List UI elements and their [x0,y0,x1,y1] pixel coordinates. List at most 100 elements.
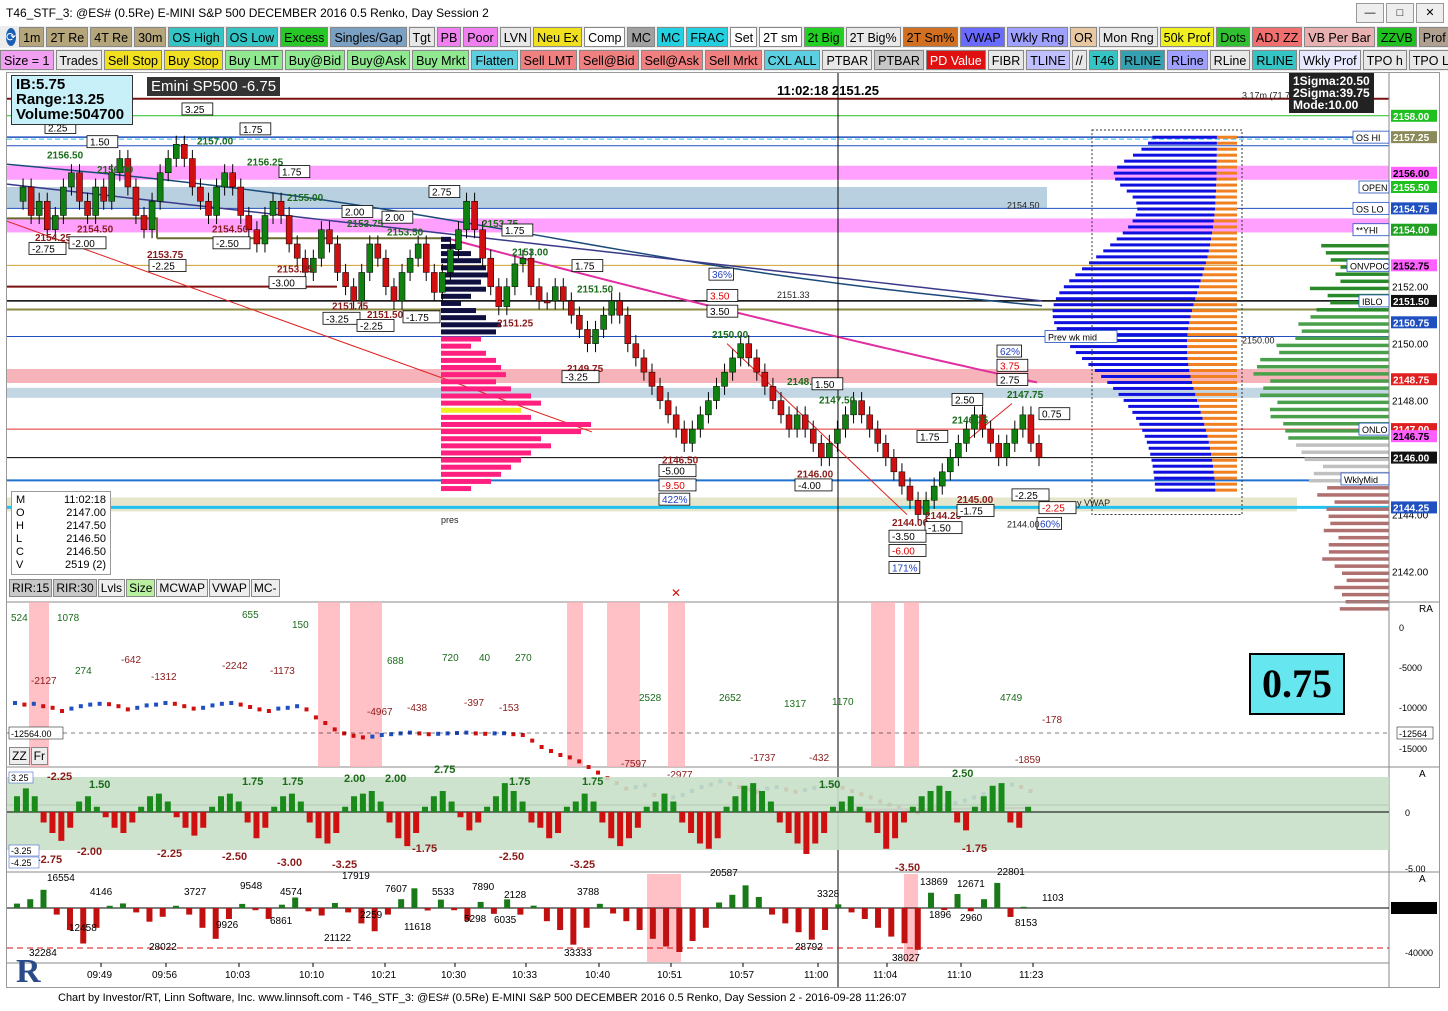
toolbar-button-tline[interactable]: TLINE [1026,50,1069,70]
toolbar-button-rline[interactable]: RLine [1167,50,1208,70]
toolbar-button-frac[interactable]: FRAC [686,27,728,47]
toolbar-button-flatten[interactable]: Flatten [471,50,517,70]
candle-body [173,144,179,158]
profile-orange-bar [1199,285,1237,288]
toolbar-button-sell-bid[interactable]: Sell@Bid [579,50,639,70]
refresh-icon[interactable]: ⟳ [6,28,16,46]
toolbar-button-wkly-prof[interactable]: Wkly Prof [1299,50,1360,70]
toolbar-button-btn[interactable]: // [1072,50,1087,70]
toolbar-button-os-low[interactable]: OS Low [226,27,278,47]
zigzag-bar [830,807,836,812]
volume-delta-bar [835,904,841,908]
candle-body [447,250,453,273]
toolbar-button-vb-per-bar[interactable]: VB Per Bar [1304,27,1375,47]
chart-area[interactable]: 2157.00 2156.50 2156.25 2156.00 2155.00 2154.… [6,72,1440,988]
toolbar-button-sell-ask[interactable]: Sell@Ask [641,50,703,70]
toolbar-button-rline[interactable]: RLINE [1252,50,1297,70]
toolbar-button-buy-lmt[interactable]: Buy LMT [225,50,283,70]
toolbar-button-fibr[interactable]: FIBR [988,50,1024,70]
candle-body [915,500,921,514]
toolbar-button-lvn[interactable]: LVN [500,27,531,47]
window-title: T46_STF_3: @ES# (0.5Re) E-MINI S&P 500 D… [6,6,489,20]
toolbar-button-pd-value[interactable]: PD Value [926,50,986,70]
toolbar-button-2t-big[interactable]: 2t Big [804,27,844,47]
cum-delta-label: -1173 [270,666,295,677]
toolbar-button-buy-bid[interactable]: Buy@Bid [285,50,345,70]
volume-delta-bar [888,908,894,937]
zz-button-fr[interactable]: Fr [31,747,48,765]
toolbar-button-2t-sm[interactable]: 2T sm [759,27,802,47]
toolbar-button-neu-ex[interactable]: Neu Ex [533,27,582,47]
toolbar-button-ptbar[interactable]: PTBAR [822,50,872,70]
panel3-zero-tag [1391,902,1437,914]
panel-button-mcwap[interactable]: MCWAP [156,579,208,597]
toolbar-button-os-high[interactable]: OS High [168,27,223,47]
toolbar-button-size-1[interactable]: Size = 1 [0,50,54,70]
volume-delta-bar [584,908,590,928]
cum-delta-bar [248,705,252,709]
toolbar-button-rline[interactable]: RLINE [1120,50,1165,70]
toolbar-button-t46[interactable]: T46 [1089,50,1119,70]
toolbar-button-sell-stop[interactable]: Sell Stop [104,50,162,70]
toolbar-button-30m[interactable]: 30m [134,27,166,47]
toolbar-button-prof-to-pres[interactable]: Prof to Pres [1419,27,1448,47]
toolbar-button-comp[interactable]: Comp [584,27,625,47]
panel-button-lvls[interactable]: Lvls [98,579,125,597]
toolbar-button-zzvb[interactable]: ZZVB [1377,27,1417,47]
toolbar-button-sell-mrkt[interactable]: Sell Mrkt [705,50,762,70]
candle-body [1012,429,1018,443]
toolbar-button-tpo-l[interactable]: TPO L [1409,50,1448,70]
toolbar-button-buy-stop[interactable]: Buy Stop [164,50,223,70]
toolbar-button-trades[interactable]: Trades [56,50,102,70]
panel1-highlight [607,602,640,767]
toolbar-button-2t-re[interactable]: 2T Re [46,27,88,47]
toolbar-button-adj-zz[interactable]: ADJ ZZ [1252,27,1302,47]
zigzag-bar [670,802,676,813]
ohlc-row: O 2147.00 [16,507,106,520]
minimize-button[interactable]: — [1356,3,1384,23]
panel-button-rir-15[interactable]: RIR:15 [9,579,52,597]
toolbar-button-pb[interactable]: PB [437,27,462,47]
profile-green-bar [1253,372,1389,376]
toolbar-button-2t-sm[interactable]: 2T Sm% [903,27,959,47]
toolbar-button-4t-re[interactable]: 4T Re [90,27,132,47]
cum-delta-bar [314,715,318,719]
panel-button-rir-30[interactable]: RIR:30 [53,579,96,597]
ohlc-row: H 2147.50 [16,520,106,533]
toolbar-button-buy-ask[interactable]: Buy@Ask [347,50,410,70]
toolbar-button-wkly-rng[interactable]: Wkly Rng [1007,27,1068,47]
toolbar-button-or[interactable]: OR [1070,27,1097,47]
toolbar-button-buy-mrkt[interactable]: Buy Mrkt [412,50,469,70]
toolbar-button-mon-rng[interactable]: Mon Rng [1099,27,1158,47]
toolbar-button-mc[interactable]: MC [627,27,654,47]
candle-body [133,187,139,215]
toolbar-button-2t-big[interactable]: 2T Big% [846,27,901,47]
close-button[interactable]: ✕ [1416,3,1444,23]
toolbar-button-excess[interactable]: Excess [280,27,328,47]
toolbar-button-dots[interactable]: Dots [1216,27,1250,47]
toolbar-button-sell-lmt[interactable]: Sell LMT [520,50,577,70]
profile-orange-bar [1189,369,1237,372]
zz-button-zz[interactable]: ZZ [9,747,30,765]
zigzag-bar [1007,812,1013,823]
maximize-button[interactable]: □ [1386,3,1414,23]
toolbar-button-cxl-all[interactable]: CXL ALL [764,50,821,70]
toolbar-button-set[interactable]: Set [730,27,757,47]
toolbar-button-singles-gap[interactable]: Singles/Gap [330,27,406,47]
toolbar-button-50k-prof[interactable]: 50k Prof [1160,27,1215,47]
toolbar-button-ptbar[interactable]: PTBAR [874,50,924,70]
panel-button-size[interactable]: Size [126,579,155,597]
chart-canvas[interactable]: 2157.00 2156.50 2156.25 2156.00 2155.00 2154.… [7,73,1439,987]
toolbar-button-mc[interactable]: MC [657,27,684,47]
toolbar-button-poor[interactable]: Poor [463,27,497,47]
price-tag: 2146.00 [1393,454,1430,465]
time-label: 10:10 [299,970,324,981]
toolbar-button-tgt[interactable]: Tgt [409,27,435,47]
toolbar-button-rline[interactable]: RLine [1210,50,1251,70]
panel-button-vwap[interactable]: VWAP [209,579,250,597]
toolbar-button-vwap[interactable]: VWAP [960,27,1004,47]
panel-button-mc[interactable]: MC- [251,579,280,597]
toolbar-button-1m[interactable]: 1m [19,27,44,47]
ohlc-key: C [16,546,24,559]
toolbar-button-tpo-h[interactable]: TPO h [1363,50,1407,70]
